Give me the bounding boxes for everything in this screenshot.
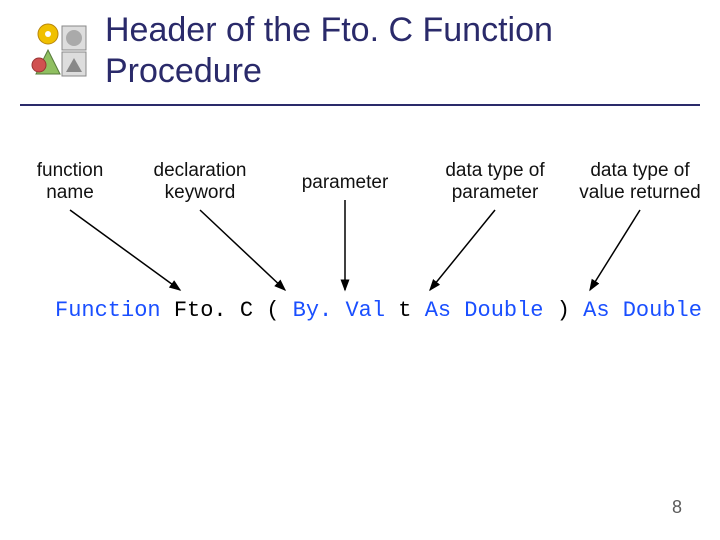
- slide-title: Header of the Fto. C Function Procedure: [105, 10, 665, 92]
- code-line: Function Fto. C ( By. Val t As Double ) …: [55, 298, 702, 323]
- header-diagram: functionname declarationkeyword paramete…: [0, 140, 720, 400]
- code-function-name: Fto. C: [174, 298, 253, 323]
- code-open-paren: (: [266, 298, 279, 323]
- slide-logo: [30, 20, 90, 80]
- code-as-double-2: As Double: [583, 298, 702, 323]
- code-byval: By. Val: [293, 298, 385, 323]
- code-keyword-function: Function: [55, 298, 161, 323]
- code-param-t: t: [398, 298, 411, 323]
- title-divider: [20, 104, 700, 106]
- code-as-double-1: As Double: [425, 298, 544, 323]
- page-number: 8: [672, 497, 682, 518]
- code-close-paren: ): [557, 298, 570, 323]
